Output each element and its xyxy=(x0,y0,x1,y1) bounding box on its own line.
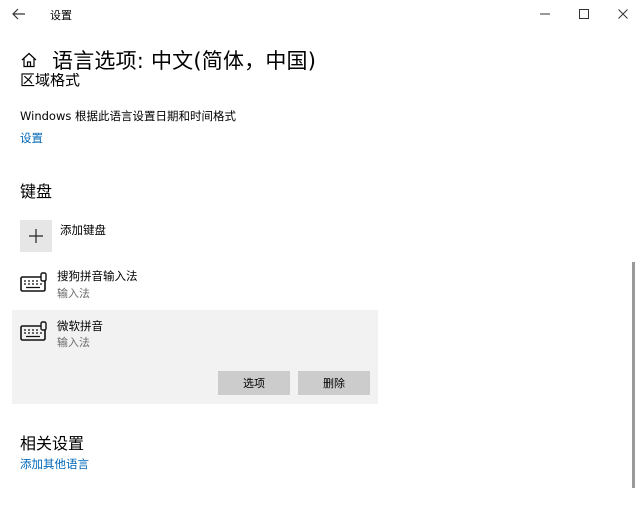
maximize-icon xyxy=(579,9,589,19)
scrollbar[interactable] xyxy=(632,262,635,488)
title-bar: 设置 xyxy=(0,0,640,30)
minimize-icon xyxy=(540,13,550,15)
options-button[interactable]: 选项 xyxy=(218,371,290,395)
back-button[interactable] xyxy=(8,4,30,24)
add-keyboard-label: 添加键盘 xyxy=(60,223,106,237)
region-settings-link[interactable]: 设置 xyxy=(20,130,43,146)
close-icon xyxy=(618,9,628,19)
keyboard-name: 微软拼音 xyxy=(57,319,103,333)
page-title: 语言选项: 中文(简体，中国) xyxy=(52,49,317,73)
keyboard-item-sogou[interactable]: 搜狗拼音输入法 输入法 xyxy=(12,266,378,306)
keyboard-name: 搜狗拼音输入法 xyxy=(57,269,138,283)
app-title: 设置 xyxy=(50,9,72,22)
keyboard-type: 输入法 xyxy=(57,336,90,349)
close-button[interactable] xyxy=(600,0,640,28)
plus-icon xyxy=(29,229,43,243)
remove-button[interactable]: 删除 xyxy=(298,371,370,395)
add-other-language-link[interactable]: 添加其他语言 xyxy=(20,456,89,472)
page-header: 语言选项: 中文(简体，中国) xyxy=(20,46,316,74)
keyboard-heading: 键盘 xyxy=(20,182,53,201)
keyboard-item-microsoft-pinyin[interactable]: 微软拼音 输入法 选项 删除 xyxy=(12,310,378,404)
add-keyboard-tile xyxy=(20,220,52,252)
add-keyboard-button[interactable]: 添加键盘 xyxy=(20,220,320,254)
keyboard-icon xyxy=(20,321,47,341)
related-settings-heading: 相关设置 xyxy=(20,434,85,453)
keyboard-type: 输入法 xyxy=(57,287,90,300)
region-format-heading: 区域格式 xyxy=(20,73,81,87)
back-arrow-icon xyxy=(12,8,25,20)
keyboard-icon xyxy=(20,272,47,292)
home-icon[interactable] xyxy=(20,51,38,69)
settings-content: 语言选项: 中文(简体，中国) 区域格式 Windows 根据此语言设置日期和时… xyxy=(0,30,640,506)
region-format-description: Windows 根据此语言设置日期和时间格式 xyxy=(20,109,236,123)
